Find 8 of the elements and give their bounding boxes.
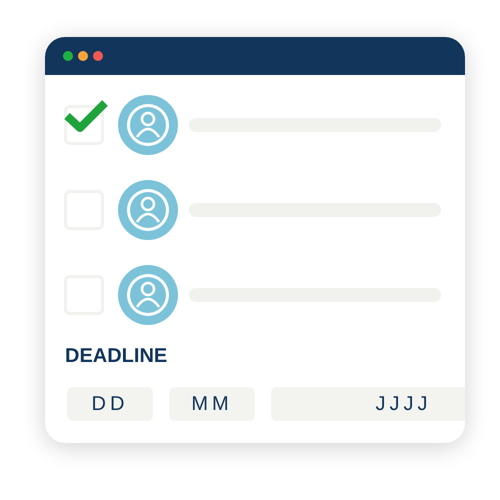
date-field[interactable]: DD [67, 387, 153, 421]
checkmark-icon [64, 99, 108, 133]
date-field[interactable]: JJJJ [271, 387, 465, 421]
date-field[interactable]: MM [169, 387, 255, 421]
avatar-icon [118, 95, 178, 155]
deadline-label: DEADLINE [65, 345, 168, 367]
avatar-icon [118, 180, 178, 240]
avatar-icon [118, 265, 178, 325]
